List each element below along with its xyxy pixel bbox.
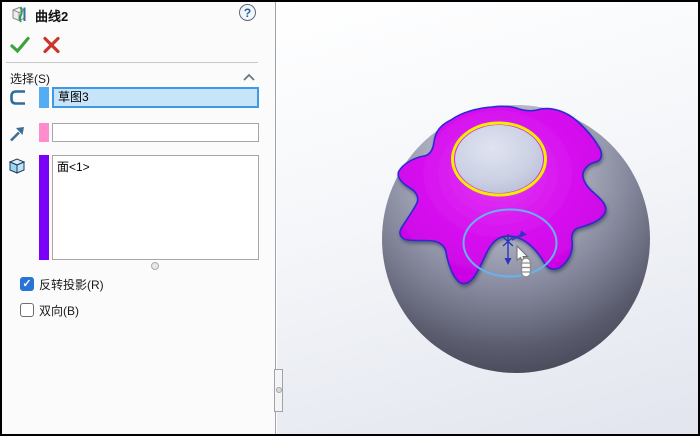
viewport-canvas[interactable] (277, 2, 698, 434)
checkbox-unchecked-icon[interactable] (20, 303, 34, 317)
face-cube-icon (6, 156, 28, 176)
direction-color-swatch (39, 123, 49, 142)
question-mark-icon: ? (244, 6, 251, 20)
faces-listbox[interactable]: 面<1> (52, 155, 259, 260)
sketch-contour-icon (7, 88, 29, 108)
splitter-grip-dot (276, 387, 282, 393)
projected-curve-icon (9, 4, 29, 24)
panel-title-row: 曲线2 ? (2, 2, 275, 28)
page-title: 曲线2 (35, 6, 68, 25)
chevron-up-icon[interactable] (242, 72, 256, 82)
panel-actions-row (2, 34, 275, 58)
checkbox-label: 双向(B) (39, 302, 79, 319)
help-button[interactable]: ? (239, 4, 256, 21)
solidworks-window: 曲线2 ? 选择(S) 草图3 (0, 0, 700, 436)
list-item[interactable]: 面<1> (57, 158, 254, 175)
direction-selection-field[interactable] (52, 123, 259, 142)
checkbox-label: 反转投影(R) (39, 276, 104, 293)
direction-arrow-icon (7, 124, 29, 144)
panel-splitter-handle[interactable] (274, 369, 283, 412)
faces-color-swatch (39, 155, 49, 260)
property-manager-panel: 曲线2 ? 选择(S) 草图3 (2, 2, 276, 434)
reverse-projection-checkbox-row[interactable]: 反转投影(R) (20, 276, 104, 292)
bidirectional-checkbox-row[interactable]: 双向(B) (20, 302, 79, 318)
graphics-viewport[interactable] (277, 2, 698, 434)
section-label: 选择(S) (10, 70, 50, 87)
cancel-x-button[interactable] (41, 35, 63, 55)
checkbox-checked-icon[interactable] (20, 277, 34, 291)
selection-section-header[interactable]: 选择(S) (2, 67, 275, 87)
divider (6, 62, 258, 63)
sphere-top-dome[interactable] (455, 125, 543, 193)
sketch-color-swatch (39, 87, 49, 108)
ok-checkmark-button[interactable] (9, 35, 31, 55)
sketch-selection-field[interactable]: 草图3 (52, 87, 259, 108)
listbox-resize-grip[interactable] (151, 262, 159, 270)
